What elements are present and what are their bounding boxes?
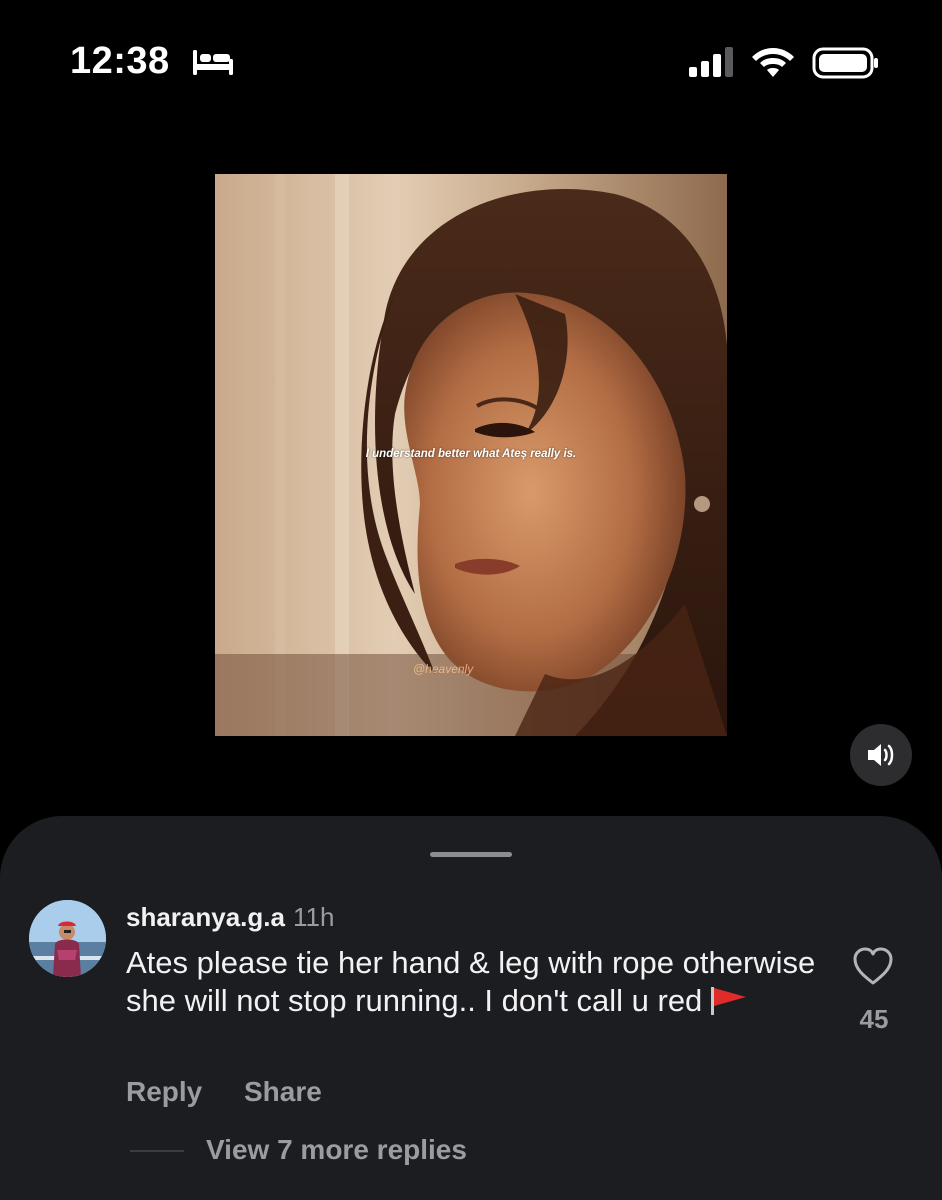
- drag-handle[interactable]: [430, 852, 512, 857]
- share-button[interactable]: Share: [244, 1076, 322, 1108]
- replies-divider: [130, 1150, 184, 1152]
- sound-toggle-button[interactable]: [850, 724, 912, 786]
- speaker-icon: [868, 744, 894, 766]
- video-watermark: @heavenly: [413, 662, 474, 676]
- heart-icon[interactable]: [852, 946, 894, 986]
- comment-header: sharanya.g.a 11h: [126, 902, 334, 933]
- comments-sheet: sharanya.g.a 11h Ates please tie her hand…: [0, 816, 942, 1200]
- video-player[interactable]: I understand better what Ateş really is.…: [215, 174, 727, 736]
- view-more-replies-button[interactable]: View 7 more replies: [206, 1134, 467, 1166]
- video-caption: I understand better what Ateş really is.: [365, 448, 577, 460]
- avatar-image: [29, 900, 106, 977]
- red-flag-icon: [711, 987, 747, 1015]
- comment-time: 11h: [292, 902, 335, 932]
- cellular-signal-icon: [689, 47, 733, 77]
- avatar[interactable]: [29, 900, 106, 977]
- comment-body: Ates please tie her hand & leg with rope…: [126, 944, 816, 1020]
- wifi-icon: [752, 48, 794, 77]
- comment-username[interactable]: sharanya.g.a: [126, 902, 285, 932]
- status-time: 12:38: [70, 40, 170, 82]
- bed-icon: [193, 50, 233, 75]
- screen: 12:38 I understand better what Ateş real…: [0, 0, 942, 1200]
- battery-icon: [812, 47, 878, 79]
- like-count: 45: [859, 1004, 889, 1034]
- reply-button[interactable]: Reply: [126, 1076, 202, 1108]
